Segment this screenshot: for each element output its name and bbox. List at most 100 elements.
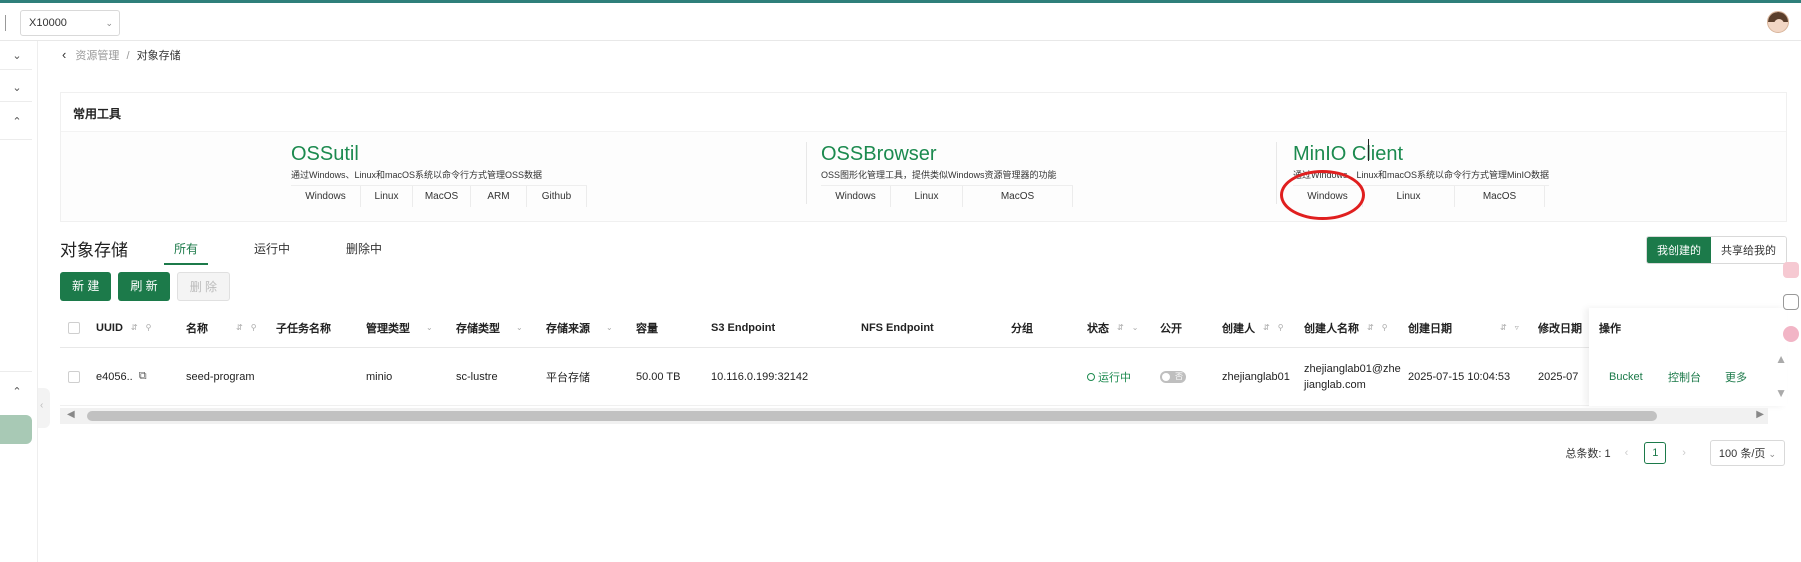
tool-links: Windows Linux MacOS	[821, 185, 1073, 207]
row-mgmt-type: minio	[366, 370, 393, 383]
sort-icon[interactable]: ⇵	[1500, 323, 1507, 332]
sort-icon[interactable]: ⇵	[1263, 323, 1270, 332]
row-creator: zhejianglab01	[1222, 370, 1290, 383]
tool-desc: OSS图形化管理工具，提供类似Windows资源管理器的功能	[821, 170, 1057, 180]
col-nfs-endpoint: NFS Endpoint	[861, 321, 934, 334]
chevron-down-icon[interactable]: ⌄	[10, 49, 24, 62]
scope-mine-button[interactable]: 我创建的	[1647, 237, 1711, 263]
tool-link-linux[interactable]: Linux	[891, 186, 963, 207]
scroll-left-icon[interactable]: ◀	[67, 409, 75, 420]
col-created-date[interactable]: 创建日期 ⇵ ▿	[1408, 308, 1519, 347]
chevron-down-icon[interactable]: ⌄	[10, 81, 24, 94]
col-creator-name[interactable]: 创建人名称 ⇵ ⚲	[1304, 308, 1388, 347]
tool-name[interactable]: MinIO Client	[1293, 142, 1549, 166]
table-row[interactable]: e4056.. ⧉ seed-program minio sc-lustre 平台…	[60, 348, 1787, 406]
tool-name[interactable]: OSSutil	[291, 142, 587, 166]
highlight-annotation	[1280, 170, 1365, 220]
col-mgmt-type[interactable]: 管理类型 ⌄	[366, 308, 433, 347]
filter-icon[interactable]: ⌄	[1132, 323, 1139, 332]
chevron-up-icon[interactable]: ⌃	[10, 385, 24, 398]
chevron-down-icon: ⌄	[1768, 449, 1776, 459]
sort-icon[interactable]: ⇵	[236, 323, 243, 332]
select-all-checkbox[interactable]	[68, 321, 80, 334]
tool-ossutil: OSSutil 通过Windows、Linux和macOS系统以命令行方式管理O…	[291, 132, 587, 222]
next-page-icon[interactable]: ›	[1682, 447, 1686, 459]
tool-desc: 通过Windows、Linux和macOS系统以命令行方式管理OSS数据	[291, 170, 543, 180]
apps-icon[interactable]	[1783, 294, 1799, 310]
col-source[interactable]: 存储来源 ⌄	[546, 308, 613, 347]
search-icon[interactable]: ⚲	[1278, 323, 1284, 332]
tab-all[interactable]: 所有	[164, 238, 209, 265]
chevron-left-icon: ‹	[40, 400, 44, 411]
col-storage-type[interactable]: 存储类型 ⌄	[456, 308, 523, 347]
pagination: 总条数: 1 ‹ 1 › 100 条/页 ⌄	[1565, 440, 1785, 466]
back-icon[interactable]: ‹	[62, 47, 66, 62]
tool-link-arm[interactable]: ARM	[471, 186, 527, 207]
tool-link-linux[interactable]: Linux	[1363, 186, 1455, 207]
status-badge: 运行中	[1087, 348, 1131, 405]
public-toggle[interactable]: 否	[1160, 370, 1186, 383]
tab-running[interactable]: 运行中	[244, 238, 300, 265]
scope-shared-button[interactable]: 共享给我的	[1711, 237, 1786, 263]
row-modified-date: 2025-07	[1538, 370, 1579, 383]
horizontal-scrollbar[interactable]: ◀ ▶	[60, 408, 1768, 424]
col-uuid[interactable]: UUID ⇵ ⚲	[96, 308, 151, 347]
tool-link-linux[interactable]: Linux	[361, 186, 413, 207]
page-size-select[interactable]: 100 条/页 ⌄	[1709, 440, 1785, 466]
scrollbar-thumb[interactable]	[87, 411, 1657, 421]
page-number[interactable]: 1	[1644, 442, 1667, 464]
tool-link-windows[interactable]: Windows	[821, 186, 891, 207]
translate-icon[interactable]	[1783, 326, 1799, 342]
filter-icon[interactable]: ⌄	[606, 323, 613, 332]
tool-name[interactable]: OSSBrowser	[821, 142, 1073, 166]
refresh-button[interactable]: 刷 新	[118, 272, 170, 301]
filter-icon[interactable]: ▿	[1515, 323, 1519, 332]
delete-button[interactable]: 删 除	[176, 272, 231, 301]
filter-icon[interactable]: ⌄	[516, 323, 523, 332]
row-uuid: e4056..	[96, 370, 133, 383]
chevron-up-icon[interactable]: ⌃	[10, 115, 24, 128]
sidebar-collapse-handle[interactable]: ‹	[38, 388, 50, 428]
breadcrumb-separator: /	[126, 50, 130, 62]
tool-link-macos[interactable]: MacOS	[413, 186, 471, 207]
col-name[interactable]: 名称 ⇵ ⚲	[186, 308, 257, 347]
copy-icon[interactable]: ⧉	[139, 370, 147, 383]
search-icon[interactable]: ⚲	[251, 323, 257, 332]
create-button[interactable]: 新 建	[60, 272, 112, 301]
search-icon[interactable]: ⚲	[1382, 323, 1388, 332]
col-capacity: 容量	[636, 322, 658, 335]
scroll-right-icon[interactable]: ▶	[1756, 409, 1764, 420]
sort-icon[interactable]: ⇵	[131, 323, 138, 332]
text-cursor	[1368, 139, 1369, 161]
top-bar: X10000 ⌄	[0, 0, 1801, 41]
filter-icon[interactable]: ⌄	[426, 323, 433, 332]
avatar[interactable]	[1767, 11, 1789, 33]
sort-icon[interactable]: ⇵	[1117, 323, 1124, 332]
col-creator[interactable]: 创建人 ⇵ ⚲	[1222, 308, 1284, 347]
tools-card: 常用工具 OSSutil 通过Windows、Linux和macOS系统以命令行…	[60, 92, 1787, 222]
org-select-value: X10000	[29, 17, 67, 29]
status-tabs: 所有 运行中 删除中	[164, 238, 428, 265]
org-select[interactable]: X10000 ⌄	[20, 10, 120, 36]
row-checkbox[interactable]	[68, 370, 80, 383]
tool-link-windows[interactable]: Windows	[291, 186, 361, 207]
col-s3-endpoint: S3 Endpoint	[711, 321, 776, 334]
prev-page-icon[interactable]: ‹	[1625, 447, 1629, 459]
tab-deleting[interactable]: 删除中	[336, 238, 392, 265]
more-link[interactable]: 更多	[1725, 348, 1747, 406]
col-group: 分组	[1011, 322, 1033, 335]
bucket-link[interactable]: Bucket	[1609, 348, 1643, 406]
tool-link-macos[interactable]: MacOS	[963, 186, 1073, 207]
scroll-down-icon[interactable]: ▼	[1775, 386, 1787, 400]
tool-link-github[interactable]: Github	[527, 186, 587, 207]
sort-icon[interactable]: ⇵	[1367, 323, 1374, 332]
search-icon[interactable]: ⚲	[146, 323, 152, 332]
breadcrumb-parent[interactable]: 资源管理	[75, 50, 119, 62]
gift-icon[interactable]	[1783, 262, 1799, 278]
scope-toggle: 我创建的 共享给我的	[1646, 236, 1787, 264]
sidebar: ⌄ ⌄ ⌃ ⌃	[0, 41, 38, 562]
tool-link-macos[interactable]: MacOS	[1455, 186, 1545, 207]
sidebar-item-active[interactable]	[0, 415, 32, 444]
col-status[interactable]: 状态 ⇵ ⌄	[1087, 308, 1138, 347]
console-link[interactable]: 控制台	[1668, 348, 1701, 406]
